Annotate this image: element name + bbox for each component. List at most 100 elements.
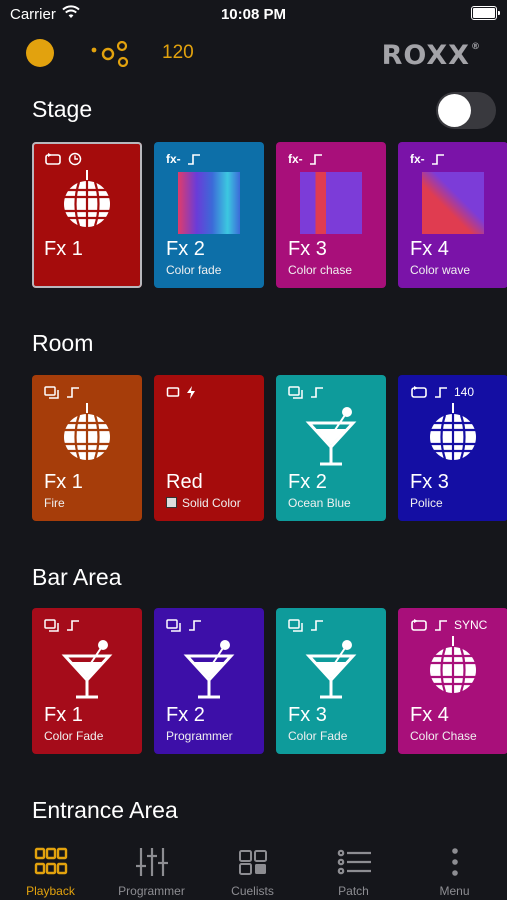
- section-title-stage: Stage: [32, 96, 93, 122]
- patch-list-icon: [337, 849, 371, 875]
- tab-programmer[interactable]: Programmer: [101, 840, 202, 900]
- tile-title: Red: [166, 471, 203, 493]
- status-bar: Carrier 10:08 PM: [0, 0, 507, 28]
- status-time: 10:08 PM: [220, 6, 287, 23]
- fx-icon: fx-: [288, 152, 303, 166]
- tile-room-fx2[interactable]: Fx 2 Ocean Blue: [276, 375, 386, 521]
- cocktail-icon: [61, 640, 113, 699]
- tab-label: Menu: [439, 884, 470, 898]
- tile-title: Fx 1: [44, 471, 83, 493]
- timer-icon: [68, 152, 82, 166]
- tile-badges: [166, 616, 202, 634]
- roxx-logo: ROXX®: [382, 40, 481, 71]
- tile-subtitle: Color chase: [288, 263, 353, 277]
- section-title-entrance-area: Entrance Area: [32, 797, 178, 823]
- toggle-knob: [438, 94, 471, 127]
- master-brightness-button[interactable]: [26, 39, 54, 67]
- scenes-icon: [288, 618, 303, 632]
- cuelists-icon: [239, 850, 267, 875]
- tile-bar-fx3[interactable]: Fx 3 Color Fade: [276, 608, 386, 754]
- tile-badges: fx-: [410, 150, 445, 168]
- tab-patch[interactable]: Patch: [303, 840, 404, 900]
- step-icon: [189, 620, 201, 631]
- section-title-room: Room: [32, 330, 94, 356]
- tile-title: Fx 1: [44, 238, 83, 260]
- tile-badges: [166, 383, 196, 401]
- tile-badges: 140: [410, 383, 474, 401]
- loop-icon: [411, 386, 427, 398]
- tile-subtitle: Color wave: [410, 263, 471, 277]
- tile-subtitle-row: Solid Color: [166, 496, 241, 510]
- tile-stage-fx1[interactable]: Fx 1: [32, 142, 142, 288]
- step-icon: [311, 387, 323, 398]
- playback-grid-icon: [34, 847, 68, 875]
- tile-badges: [288, 616, 324, 634]
- disco-ball-icon: [430, 403, 476, 460]
- step-icon: [309, 154, 322, 165]
- fx-icon: fx-: [410, 152, 425, 166]
- more-dots-icon: [452, 848, 458, 876]
- tab-cuelists[interactable]: Cuelists: [202, 840, 303, 900]
- tab-menu[interactable]: Menu: [404, 840, 505, 900]
- tab-label: Playback: [26, 884, 75, 898]
- color-wave-gradient: [422, 172, 484, 234]
- tile-title: Fx 4: [410, 238, 449, 260]
- tile-stage-fx4[interactable]: fx- Fx 4 Color wave: [398, 142, 507, 288]
- room-tiles-row: Fx 1 Fire Red Solid Color Fx 2 Ocean Blu…: [32, 375, 507, 521]
- tile-subtitle: Color Fade: [288, 729, 348, 743]
- step-icon: [311, 620, 323, 631]
- tile-bar-fx1[interactable]: Fx 1 Color Fade: [32, 608, 142, 754]
- tile-subtitle: Programmer: [166, 729, 233, 743]
- scenes-icon: [44, 385, 59, 399]
- tile-subtitle: Ocean Blue: [288, 496, 351, 510]
- tile-title: Fx 1: [44, 704, 83, 726]
- square-icon: [166, 387, 180, 397]
- tile-subtitle: Color Chase: [410, 729, 477, 743]
- scenes-icon: [44, 618, 59, 632]
- tile-stage-fx2[interactable]: fx- Fx 2 Color fade: [154, 142, 264, 288]
- tile-bar-fx4[interactable]: SYNC Fx 4 Color Chase: [398, 608, 507, 754]
- logo-text: ROXX: [381, 40, 470, 71]
- tile-badges: [44, 383, 80, 401]
- stage-tiles-row: Fx 1 fx- Fx 2 Color fade fx- Fx 3 Color …: [32, 142, 507, 288]
- tile-title: Fx 3: [288, 238, 327, 260]
- tile-room-red[interactable]: Red Solid Color: [154, 375, 264, 521]
- disco-ball-icon: [64, 170, 110, 227]
- fx-icon: fx-: [166, 152, 181, 166]
- bpm-value[interactable]: 120: [162, 42, 194, 64]
- disco-ball-icon: [64, 403, 110, 460]
- tile-stage-fx3[interactable]: fx- Fx 3 Color chase: [276, 142, 386, 288]
- cocktail-icon: [305, 407, 357, 466]
- bar-area-tiles-row: Fx 1 Color Fade Fx 2 Programmer Fx 3 Col…: [32, 608, 507, 754]
- tile-badges: fx-: [166, 150, 201, 168]
- tab-bar: Playback Programmer Cuelists Patch Menu: [0, 840, 507, 900]
- step-icon: [187, 154, 200, 165]
- tile-badges: [288, 383, 324, 401]
- tile-badges: SYNC: [410, 616, 487, 634]
- tab-playback[interactable]: Playback: [0, 840, 101, 900]
- color-chase-gradient: [300, 172, 362, 234]
- tile-bar-fx2[interactable]: Fx 2 Programmer: [154, 608, 264, 754]
- tile-title: Fx 3: [288, 704, 327, 726]
- tab-label: Programmer: [118, 884, 185, 898]
- sliders-icon: [136, 848, 168, 876]
- scenes-icon: [288, 385, 303, 399]
- tile-subtitle: Color Fade: [44, 729, 104, 743]
- stage-toggle[interactable]: [436, 92, 496, 129]
- tile-room-fx1[interactable]: Fx 1 Fire: [32, 375, 142, 521]
- flash-icon: [187, 385, 195, 399]
- tap-tempo-icon[interactable]: [90, 41, 134, 67]
- step-icon: [431, 154, 444, 165]
- tile-badges: [44, 616, 80, 634]
- cocktail-icon: [305, 640, 357, 699]
- tile-badges: fx-: [288, 150, 323, 168]
- tab-label: Patch: [338, 884, 369, 898]
- color-swatch-icon: [166, 497, 177, 508]
- tile-title: Fx 2: [166, 238, 205, 260]
- step-icon: [67, 387, 79, 398]
- color-fade-gradient: [178, 172, 240, 234]
- tile-room-fx3[interactable]: 140 Fx 3 Police: [398, 375, 507, 521]
- tile-sync-badge: SYNC: [454, 618, 488, 632]
- tile-title: Fx 2: [166, 704, 205, 726]
- tile-subtitle: Solid Color: [182, 496, 241, 510]
